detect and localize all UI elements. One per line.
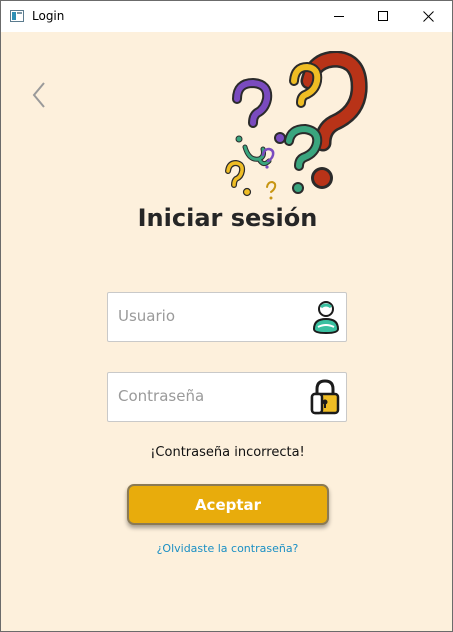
title-bar[interactable]: Login	[1, 1, 452, 32]
forgot-password-link[interactable]: ¿Olvidaste la contraseña?	[1, 542, 452, 555]
username-field[interactable]	[107, 292, 347, 342]
close-button[interactable]	[406, 1, 451, 32]
user-icon	[312, 301, 340, 335]
password-input[interactable]	[108, 373, 314, 419]
app-icon	[10, 10, 24, 22]
maximize-button[interactable]	[361, 1, 406, 32]
minimize-icon	[334, 16, 344, 17]
error-message: ¡Contraseña incorrecta!	[150, 445, 305, 460]
username-input[interactable]	[108, 293, 314, 339]
accept-button[interactable]: Aceptar	[127, 484, 329, 525]
minimize-button[interactable]	[317, 1, 362, 32]
page-title: Iniciar sesión	[137, 204, 318, 232]
window-title: Login	[32, 9, 65, 23]
maximize-icon	[378, 11, 388, 21]
login-window: Login Iniciar sesión Usuario ¡Contraseña…	[0, 0, 453, 632]
lock-icon	[310, 379, 340, 415]
back-button[interactable]	[29, 81, 51, 109]
question-marks-illustration	[225, 51, 368, 200]
password-field[interactable]	[107, 372, 347, 422]
close-icon	[423, 11, 434, 22]
chevron-left-icon	[32, 82, 45, 108]
